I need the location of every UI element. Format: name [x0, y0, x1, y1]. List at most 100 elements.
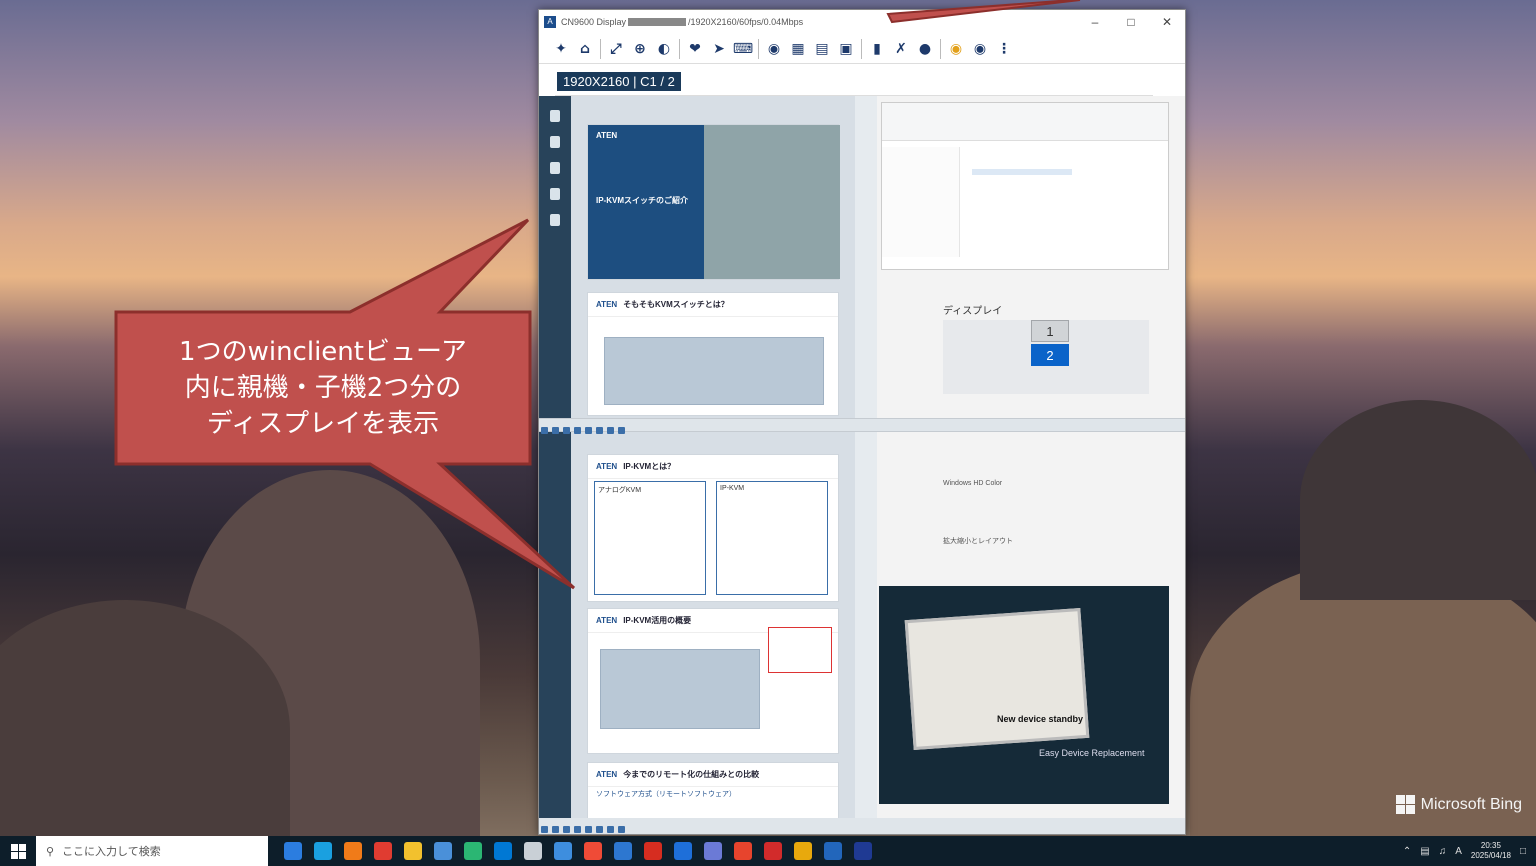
- clock-date: 2025/04/18: [1470, 851, 1511, 860]
- landscape-rock: [1300, 400, 1536, 600]
- taskbar-app-icon[interactable]: [608, 836, 638, 866]
- chevron-up-icon[interactable]: ⌃: [1403, 846, 1411, 857]
- toolbar-divider: [940, 38, 941, 59]
- explorer-file-row[interactable]: [972, 169, 1072, 175]
- pointer-icon[interactable]: ➤: [707, 37, 731, 61]
- slide-header: ATEN IP-KVMとは？: [588, 455, 838, 479]
- list-icon[interactable]: ▣: [834, 37, 858, 61]
- slide-brand: ATEN: [596, 300, 618, 309]
- taskbar-app-icon[interactable]: [428, 836, 458, 866]
- lock-icon[interactable]: ◉: [944, 37, 968, 61]
- slide-title: そもそもKVMスイッチとは？: [623, 300, 729, 309]
- taskbar-app-icon[interactable]: [758, 836, 788, 866]
- taskbar-app-icon[interactable]: [548, 836, 578, 866]
- app-icon: A: [544, 16, 556, 28]
- minimize-button[interactable]: –: [1077, 15, 1113, 29]
- slide-title: IP-KVMスイッチのご紹介: [596, 196, 688, 205]
- slide-title: 今までのリモート化の仕組みとの比較: [623, 770, 760, 779]
- taskbar-app-icon[interactable]: [338, 836, 368, 866]
- unlock-icon[interactable]: ◉: [968, 37, 992, 61]
- window-title-suffix: /1920X2160/60fps/0.04Mbps: [688, 17, 804, 27]
- network-icon[interactable]: ▤: [1420, 846, 1429, 857]
- remote-taskbar-icon: [607, 826, 614, 833]
- explorer-ribbon: [882, 103, 1168, 141]
- camera-icon[interactable]: ◉: [762, 37, 786, 61]
- taskbar-app-icon[interactable]: [458, 836, 488, 866]
- taskbar-search[interactable]: ⚲ ここに入力して検索: [36, 836, 268, 866]
- panel-icon[interactable]: ▤: [810, 37, 834, 61]
- app-glyph-icon: [794, 842, 812, 860]
- app-glyph-icon: [674, 842, 692, 860]
- keyboard-icon[interactable]: ⌨: [731, 37, 755, 61]
- remote-taskbar-icon: [585, 826, 592, 833]
- app-glyph-icon: [524, 842, 542, 860]
- slide-thumbnail[interactable]: ATEN そもそもKVMスイッチとは？: [587, 292, 839, 416]
- chat-icon[interactable]: ●: [913, 37, 937, 61]
- resolution-bar: 1920X2160 | C1 / 2: [555, 70, 1153, 96]
- taskbar-app-icon[interactable]: [728, 836, 758, 866]
- video-icon[interactable]: ▦: [786, 37, 810, 61]
- remote-taskbar-icon: [574, 826, 581, 833]
- window-titlebar[interactable]: A CN9600 Display /1920X2160/60fps/0.04Mb…: [539, 10, 1185, 34]
- tools-icon[interactable]: ✗: [889, 37, 913, 61]
- taskbar-app-icon[interactable]: [638, 836, 668, 866]
- taskbar-app-icon[interactable]: [788, 836, 818, 866]
- taskbar-app-icon[interactable]: [308, 836, 338, 866]
- zoom-icon[interactable]: ⊕: [628, 37, 652, 61]
- slide-thumbnail[interactable]: ATEN IP-KVMとは？ アナログKVM IP-KVM: [587, 454, 839, 602]
- product-video[interactable]: New device standby Easy Device Replaceme…: [879, 586, 1169, 804]
- slide-thumbnail[interactable]: ATEN IP-KVM活用の概要: [587, 608, 839, 754]
- close-button[interactable]: ✕: [1149, 15, 1185, 29]
- search-icon: ⚲: [46, 845, 55, 858]
- window-title-prefix: CN9600 Display: [561, 17, 627, 27]
- monitor-1-tile[interactable]: 1: [1031, 320, 1069, 342]
- redacted-ip: [628, 18, 687, 26]
- remote-taskbar-icon: [563, 826, 570, 833]
- monitor-2-tile[interactable]: 2: [1031, 344, 1069, 366]
- taskbar-app-icon[interactable]: [578, 836, 608, 866]
- macro-icon[interactable]: ❤: [683, 37, 707, 61]
- ime-indicator[interactable]: A: [1455, 846, 1462, 857]
- taskbar-app-icon[interactable]: [848, 836, 878, 866]
- taskbar-app-icon[interactable]: [368, 836, 398, 866]
- app-glyph-icon: [704, 842, 722, 860]
- fullscreen-icon[interactable]: ⤢: [604, 37, 628, 61]
- maximize-button[interactable]: □: [1113, 15, 1149, 29]
- volume-icon[interactable]: ♫: [1439, 846, 1447, 857]
- taskbar-app-icon[interactable]: [398, 836, 428, 866]
- remote-taskbar-icon: [552, 826, 559, 833]
- remote-screen[interactable]: ATEN IP-KVMスイッチのご紹介 ATEN そもそもKVMスイッチとは？ A…: [539, 96, 1185, 834]
- analog-kvm-label: アナログKVM: [598, 487, 642, 494]
- taskbar-app-icon[interactable]: [668, 836, 698, 866]
- home-icon[interactable]: ⌂: [573, 37, 597, 61]
- slide-highlight: [768, 627, 832, 673]
- remote-taskbar-icon: [552, 427, 559, 434]
- remote-taskbar-icon: [574, 427, 581, 434]
- taskbar-app-icon[interactable]: [518, 836, 548, 866]
- viewer-window[interactable]: A CN9600 Display /1920X2160/60fps/0.04Mb…: [538, 9, 1186, 835]
- remote-taskbar-icon: [596, 427, 603, 434]
- slide-thumbnail[interactable]: ATEN IP-KVMスイッチのご紹介: [587, 124, 840, 280]
- taskbar-app-icon[interactable]: [278, 836, 308, 866]
- pin-icon[interactable]: ✦: [549, 37, 573, 61]
- slide-header: ATEN そもそもKVMスイッチとは？: [588, 293, 838, 317]
- app-glyph-icon: [764, 842, 782, 860]
- taskbar-app-icon[interactable]: [698, 836, 728, 866]
- taskbar-app-icon[interactable]: [488, 836, 518, 866]
- taskbar-app-icon[interactable]: [818, 836, 848, 866]
- toolbar-divider: [861, 38, 862, 59]
- bing-watermark-text: Microsoft Bing: [1420, 795, 1522, 813]
- more-icon[interactable]: ⋮: [992, 37, 1016, 61]
- contrast-icon[interactable]: ◐: [652, 37, 676, 61]
- usb-icon[interactable]: ▮: [865, 37, 889, 61]
- bing-logo-icon: [1395, 795, 1415, 814]
- notification-icon[interactable]: □: [1520, 846, 1526, 857]
- resolution-label: 1920X2160 | C1 / 2: [557, 72, 681, 91]
- app-glyph-icon: [734, 842, 752, 860]
- desktop-shortcut-icon: [550, 214, 560, 226]
- slide-thumbnails: ATEN IP-KVMスイッチのご紹介 ATEN そもそもKVMスイッチとは？ A…: [571, 96, 855, 834]
- clock[interactable]: 20:35 2025/04/18: [1471, 841, 1511, 861]
- start-button[interactable]: [0, 836, 36, 866]
- file-explorer-window[interactable]: [881, 102, 1169, 270]
- desktop-shortcut-icon: [550, 188, 560, 200]
